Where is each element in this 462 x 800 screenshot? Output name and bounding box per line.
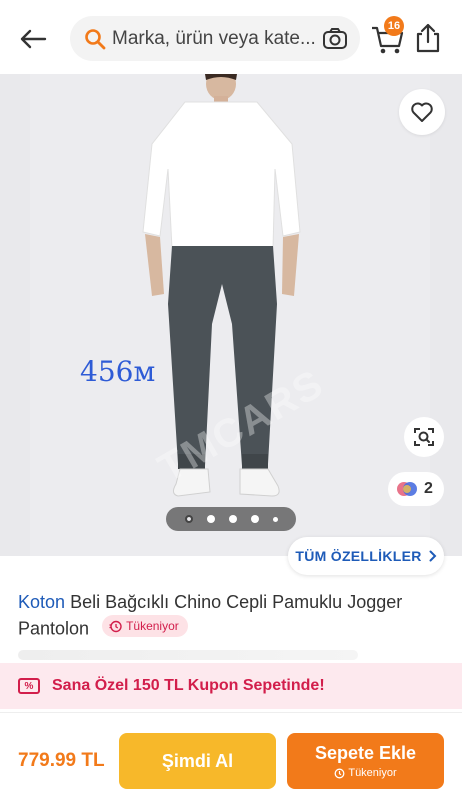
add-to-cart-label: Sepete Ekle <box>314 743 417 763</box>
add-to-cart-sub-label: Tükeniyor <box>348 767 397 779</box>
all-features-button[interactable]: TÜM ÖZELLİKLER <box>288 537 444 575</box>
low-stock-badge: Tükeniyor <box>102 615 188 637</box>
back-arrow-icon <box>20 29 47 49</box>
visual-search-button[interactable] <box>404 417 444 457</box>
image-pager[interactable] <box>166 507 296 531</box>
pager-dot-active[interactable] <box>184 515 193 523</box>
favorite-button[interactable] <box>399 89 445 135</box>
heart-icon <box>411 102 433 122</box>
all-features-label: TÜM ÖZELLİKLER <box>295 548 422 564</box>
color-variants-button[interactable]: 2 <box>388 472 444 506</box>
pager-dot[interactable] <box>250 515 259 523</box>
search-bar[interactable] <box>70 16 360 61</box>
pager-dot[interactable] <box>228 515 237 523</box>
camera-icon[interactable] <box>322 26 348 52</box>
low-stock-label: Tükeniyor <box>126 618 179 633</box>
coupon-tag-icon: % <box>18 678 40 694</box>
back-button[interactable] <box>16 22 50 56</box>
clock-icon <box>334 768 345 778</box>
lens-search-icon <box>414 428 434 446</box>
color-variants-icon <box>397 482 417 496</box>
handwritten-price-annotation: 456м <box>80 355 156 388</box>
pager-dot[interactable] <box>272 516 278 522</box>
top-header: 16 <box>0 0 462 74</box>
coupon-text: Sana Özel 150 TL Kupon Sepetinde! <box>52 677 325 694</box>
product-price: 779.99 TL <box>18 750 105 771</box>
color-count: 2 <box>424 480 433 497</box>
coupon-banner[interactable]: % Sana Özel 150 TL Kupon Sepetinde! <box>0 663 462 709</box>
brand-link[interactable]: Koton <box>18 592 65 612</box>
search-icon <box>85 28 106 49</box>
search-input[interactable] <box>112 27 316 50</box>
product-title: Koton Beli Bağcıklı Chino Cepli Pamuklu … <box>18 590 448 642</box>
pager-dot[interactable] <box>206 515 215 523</box>
add-to-cart-button[interactable]: Sepete Ekle Tükeniyor <box>287 733 444 789</box>
add-to-cart-stock-note: Tükeniyor <box>334 767 397 779</box>
buy-now-button[interactable]: Şimdi Al <box>119 733 276 789</box>
chevron-right-icon <box>429 550 437 562</box>
share-icon[interactable] <box>412 22 444 54</box>
rating-placeholder <box>18 650 358 660</box>
product-name: Beli Bağcıklı Chino Cepli Pamuklu Jogger… <box>18 592 403 639</box>
bottom-action-bar: 779.99 TL Şimdi Al Sepete Ekle Tükeniyor <box>0 712 462 800</box>
cart-count-badge: 16 <box>384 16 404 36</box>
clock-icon <box>109 620 122 632</box>
